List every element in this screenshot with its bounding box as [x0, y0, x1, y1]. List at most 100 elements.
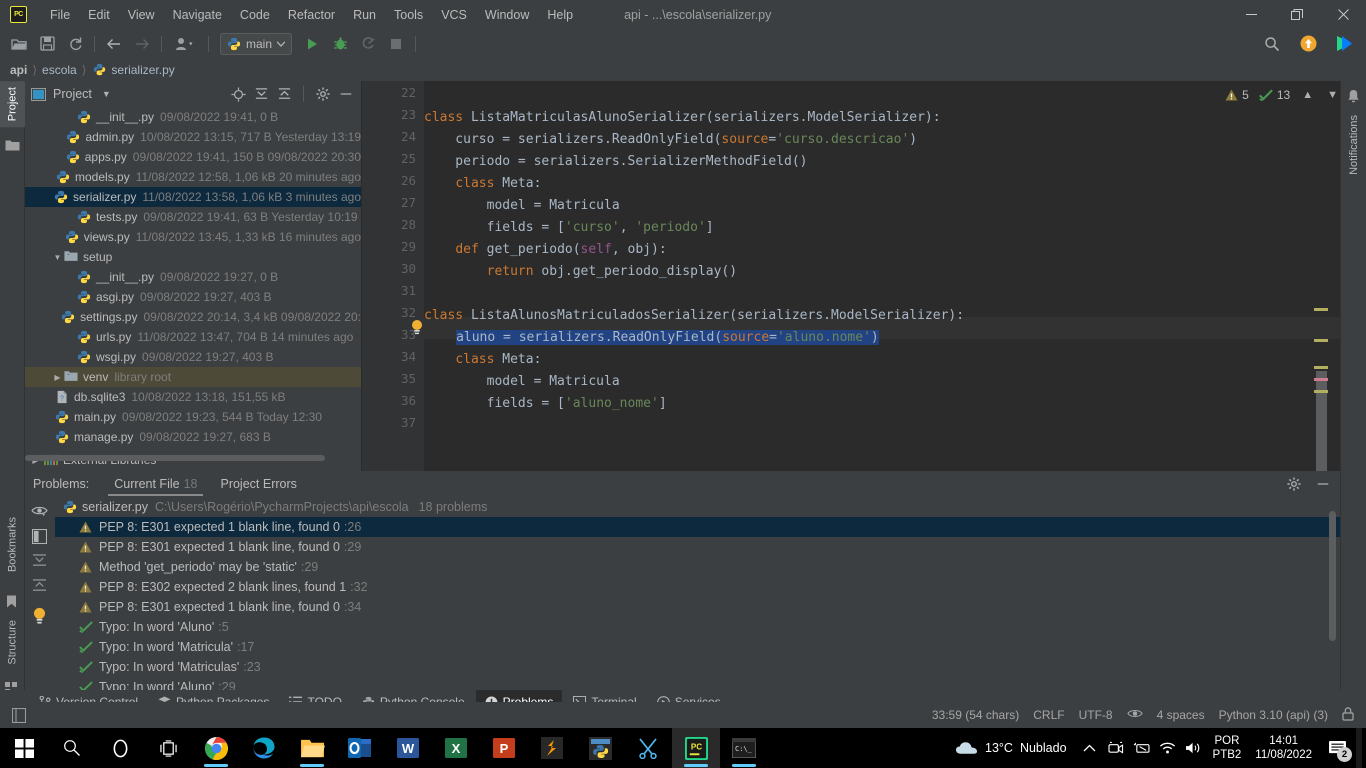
outlook-button[interactable]	[336, 728, 384, 768]
scrollbar-marker-warning[interactable]	[1314, 308, 1328, 311]
breadcrumb-item-escola[interactable]: escola	[42, 63, 77, 77]
inspection-summary-widget[interactable]: 5 13 ▲ ▼	[1225, 85, 1338, 105]
minimize-panel-icon[interactable]	[336, 85, 355, 104]
run-button[interactable]	[299, 32, 325, 56]
plugin-icon[interactable]	[1331, 32, 1357, 56]
project-tree-item[interactable]: ▼ setup	[25, 247, 361, 267]
vpn-icon[interactable]	[1129, 728, 1155, 768]
powerpoint-button[interactable]: P	[480, 728, 528, 768]
back-arrow-icon[interactable]	[101, 32, 127, 56]
code-line[interactable]: model = Matricula	[424, 195, 620, 217]
collapse-all-icon-problems[interactable]	[32, 579, 47, 598]
project-tree-item[interactable]: urls.py 11/08/2022 13:47, 704 B 14 minute…	[25, 327, 361, 347]
scrollbar-marker-warning-3[interactable]	[1314, 366, 1328, 369]
show-hidden-icons-button[interactable]	[1077, 728, 1103, 768]
project-tree-item[interactable]: models.py 11/08/2022 12:58, 1,06 kB 20 mi…	[25, 167, 361, 187]
caret-position[interactable]: 33:59 (54 chars)	[932, 708, 1019, 722]
tree-chevron-down-icon[interactable]: ▼	[51, 253, 64, 262]
cortana-button[interactable]	[96, 728, 144, 768]
search-button[interactable]	[48, 728, 96, 768]
user-icon[interactable]	[168, 32, 202, 56]
scrollbar-marker-warning-4[interactable]	[1314, 390, 1328, 393]
scrollbar-marker-error[interactable]	[1314, 378, 1328, 381]
snipping-tool-button[interactable]	[624, 728, 672, 768]
update-icon[interactable]	[1295, 32, 1321, 56]
file-encoding[interactable]: UTF-8	[1079, 708, 1113, 722]
tree-chevron-right-icon[interactable]: ▶	[51, 373, 64, 382]
inspection-next-icon[interactable]: ▼	[1327, 89, 1338, 101]
code-line[interactable]: class Meta:	[424, 173, 541, 195]
menu-vcs[interactable]: VCS	[432, 5, 476, 25]
menu-help[interactable]: Help	[538, 5, 582, 25]
code-editor[interactable]: 22 23 24 25 26 27 28 29 30 31 32 33 34 35 36 37 class L…	[362, 81, 1340, 476]
camera-icon[interactable]	[1103, 728, 1129, 768]
python-interpreter[interactable]: Python 3.10 (api) (3)	[1219, 708, 1328, 722]
project-tree-horizontal-scrollbar[interactable]	[25, 455, 325, 461]
code-line[interactable]: fields = ['aluno_nome']	[424, 393, 667, 415]
locate-icon[interactable]	[229, 85, 248, 104]
code-line[interactable]: class ListaAlunosMatriculadosSerializer(…	[424, 305, 964, 327]
problem-row[interactable]: Typo: In word 'Matriculas':23	[55, 657, 1340, 677]
inspection-prev-icon[interactable]: ▲	[1302, 89, 1313, 101]
terminal-button[interactable]: C:\_	[720, 728, 768, 768]
code-line[interactable]: fields = ['curso', 'periodo']	[424, 217, 714, 239]
code-line[interactable]: def get_periodo(self, obj):	[424, 239, 666, 261]
sublime-button[interactable]	[528, 728, 576, 768]
intention-bulb-icon[interactable]	[410, 319, 424, 336]
task-view-button[interactable]	[144, 728, 192, 768]
search-icon[interactable]	[1259, 32, 1285, 56]
pycharm-button[interactable]: PC	[672, 728, 720, 768]
lock-icon[interactable]	[1342, 706, 1354, 724]
close-button[interactable]	[1320, 0, 1366, 29]
show-desktop-button[interactable]	[1356, 728, 1362, 768]
python-ide-button[interactable]	[576, 728, 624, 768]
minimize-problems-icon[interactable]	[1313, 475, 1332, 494]
notifications-button[interactable]: 2	[1320, 728, 1354, 768]
menu-run[interactable]: Run	[344, 5, 385, 25]
project-tree-item[interactable]: wsgi.py 09/08/2022 19:27, 403 B	[25, 347, 361, 367]
sidebar-tab-project[interactable]: Project	[0, 81, 25, 128]
debug-button[interactable]	[327, 32, 353, 56]
gear-icon[interactable]	[313, 85, 332, 104]
wifi-icon[interactable]	[1155, 728, 1181, 768]
run-configuration-selector[interactable]: main	[220, 32, 293, 55]
save-icon[interactable]	[34, 32, 60, 56]
problems-vertical-scrollbar[interactable]	[1329, 511, 1336, 641]
chevron-down-icon[interactable]: ▼	[102, 89, 111, 99]
indent-setting[interactable]: 4 spaces	[1157, 708, 1205, 722]
code-line[interactable]: aluno = serializers.ReadOnlyField(source…	[456, 327, 879, 349]
collapse-all-icon[interactable]	[275, 85, 294, 104]
tab-current-file[interactable]: Current File 18	[104, 473, 207, 496]
minimize-button[interactable]	[1228, 0, 1274, 29]
scrollbar-marker-warning-2[interactable]	[1314, 339, 1328, 342]
problem-row[interactable]: PEP 8: E301 expected 1 blank line, found…	[55, 517, 1340, 537]
project-tree-item[interactable]: tests.py 09/08/2022 19:41, 63 B Yesterday…	[25, 207, 361, 227]
problem-row[interactable]: PEP 8: E302 expected 2 blank lines, foun…	[55, 577, 1340, 597]
project-tree-item[interactable]: views.py 11/08/2022 13:45, 1,33 kB 16 min…	[25, 227, 361, 247]
breadcrumb-item-file[interactable]: serializer.py	[111, 63, 174, 77]
line-separator[interactable]: CRLF	[1033, 708, 1064, 722]
menu-window[interactable]: Window	[476, 5, 538, 25]
sidebar-tab-structure[interactable]: Structure	[0, 614, 25, 671]
eye-icon[interactable]	[31, 505, 48, 523]
project-tree-item[interactable]: settings.py 09/08/2022 20:14, 3,4 kB 09/0…	[25, 307, 361, 327]
maximize-button[interactable]	[1274, 0, 1320, 29]
input-language-indicator[interactable]: POR PTB2	[1207, 734, 1248, 762]
word-button[interactable]: W	[384, 728, 432, 768]
menu-navigate[interactable]: Navigate	[164, 5, 231, 25]
code-line[interactable]: class Meta:	[424, 349, 541, 371]
lightbulb-icon[interactable]	[32, 607, 47, 630]
expand-all-icon-problems[interactable]	[32, 554, 47, 573]
menu-edit[interactable]: Edit	[79, 5, 119, 25]
layout-icon[interactable]	[12, 707, 26, 723]
project-tree-item[interactable]: __init__.py 09/08/2022 19:41, 0 B	[25, 107, 361, 127]
project-tree-item[interactable]: __init__.py 09/08/2022 19:27, 0 B	[25, 267, 361, 287]
project-tree[interactable]: __init__.py 09/08/2022 19:41, 0 B admin.py…	[25, 107, 361, 462]
problem-row[interactable]: PEP 8: E301 expected 1 blank line, found…	[55, 537, 1340, 557]
breadcrumb-item-api[interactable]: api	[10, 63, 27, 77]
tab-project-errors[interactable]: Project Errors	[210, 473, 306, 496]
problem-row[interactable]: Typo: In word 'Matricula':17	[55, 637, 1340, 657]
file-explorer-button[interactable]	[288, 728, 336, 768]
open-folder-icon[interactable]	[6, 32, 32, 56]
project-tree-item[interactable]: manage.py 09/08/2022 19:27, 683 B	[25, 427, 361, 447]
